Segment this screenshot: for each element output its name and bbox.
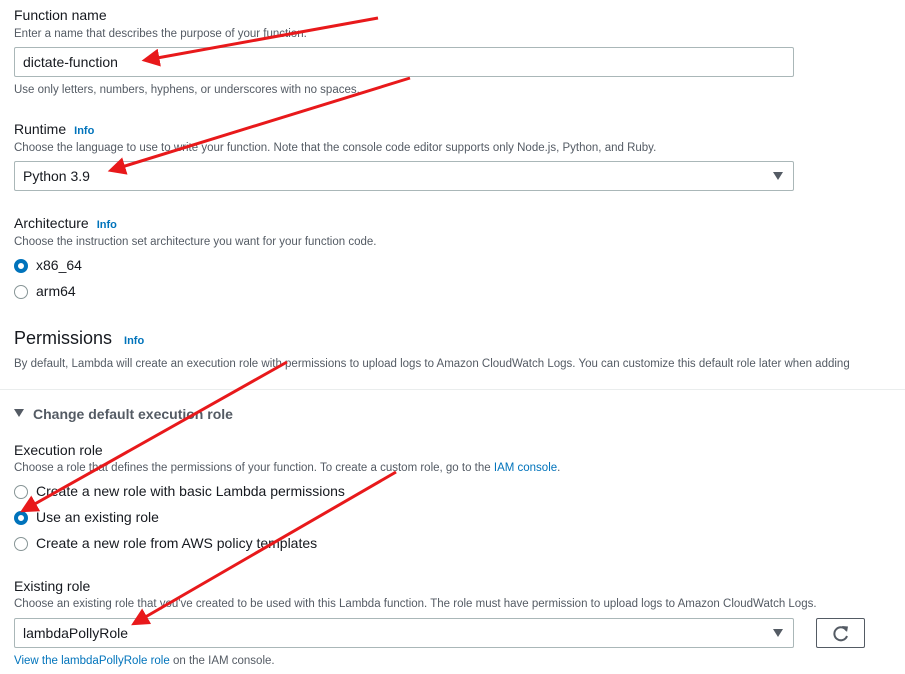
execution-role-description-text: Choose a role that defines the permissio… <box>14 462 491 474</box>
runtime-label-text: Runtime <box>14 121 67 137</box>
caret-down-icon <box>773 172 783 180</box>
execution-role-label: Execution role <box>14 442 103 458</box>
permissions-heading: Permissions Info <box>14 328 144 349</box>
caret-down-icon <box>773 629 783 637</box>
radio-label-arm64[interactable]: arm64 <box>36 283 76 299</box>
view-role-text: View the lambdaPollyRole role on the IAM… <box>14 655 275 667</box>
iam-console-link[interactable]: IAM console <box>494 462 557 474</box>
function-name-description: Enter a name that describes the purpose … <box>14 28 307 40</box>
change-role-toggle[interactable]: Change default execution role <box>14 406 233 422</box>
radio-create-basic-role[interactable] <box>14 485 28 499</box>
section-divider <box>0 389 905 390</box>
permissions-info-link[interactable]: Info <box>124 335 144 347</box>
existing-role-value: lambdaPollyRole <box>23 625 129 641</box>
execution-role-description: Choose a role that defines the permissio… <box>14 462 560 474</box>
view-role-link[interactable]: View the lambdaPollyRole role <box>14 655 170 667</box>
radio-label-use-existing-role[interactable]: Use an existing role <box>36 509 159 525</box>
permissions-heading-text: Permissions <box>14 328 113 348</box>
expand-triangle-icon <box>14 409 24 418</box>
runtime-info-link[interactable]: Info <box>74 125 94 137</box>
runtime-description: Choose the language to use to write your… <box>14 142 657 154</box>
architecture-description: Choose the instruction set architecture … <box>14 236 377 248</box>
existing-role-label: Existing role <box>14 578 91 594</box>
radio-label-create-basic-role[interactable]: Create a new role with basic Lambda perm… <box>36 483 345 499</box>
radio-arm64[interactable] <box>14 285 28 299</box>
radio-use-existing-role[interactable] <box>14 511 28 525</box>
existing-role-select[interactable]: lambdaPollyRole <box>14 618 794 648</box>
function-name-input[interactable]: dictate-function <box>14 47 794 77</box>
refresh-roles-button[interactable] <box>816 618 865 648</box>
change-role-label: Change default execution role <box>33 406 233 422</box>
architecture-label-text: Architecture <box>14 215 89 231</box>
radio-create-from-templates[interactable] <box>14 537 28 551</box>
view-role-suffix: on the IAM console. <box>169 655 275 667</box>
function-name-label: Function name <box>14 7 107 23</box>
runtime-label: Runtime Info <box>14 121 94 137</box>
function-name-hint: Use only letters, numbers, hyphens, or u… <box>14 84 360 96</box>
existing-role-description: Choose an existing role that you've crea… <box>14 598 817 610</box>
runtime-value: Python 3.9 <box>23 168 90 184</box>
radio-x86_64[interactable] <box>14 259 28 273</box>
radio-label-create-from-templates[interactable]: Create a new role from AWS policy templa… <box>36 535 317 551</box>
refresh-icon <box>833 626 848 642</box>
execution-role-description-end: . <box>557 462 561 474</box>
radio-label-x86_64[interactable]: x86_64 <box>36 257 82 273</box>
runtime-select[interactable]: Python 3.9 <box>14 161 794 191</box>
function-name-value: dictate-function <box>23 54 118 70</box>
architecture-info-link[interactable]: Info <box>97 219 117 231</box>
permissions-description: By default, Lambda will create an execut… <box>14 358 850 370</box>
architecture-label: Architecture Info <box>14 215 117 231</box>
